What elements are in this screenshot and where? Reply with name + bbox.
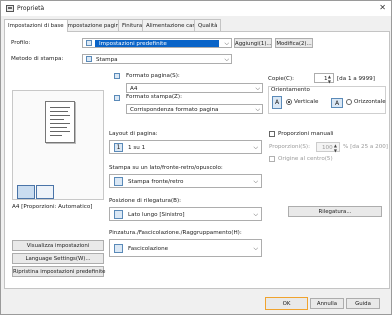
chevron-down-icon: ⌵ bbox=[224, 40, 229, 47]
scaling-range: % [da 25 a 200] bbox=[343, 144, 388, 150]
binding-label: Posizione di rilegatura(B): bbox=[109, 198, 182, 204]
landscape-label: Orizzontale bbox=[354, 99, 386, 105]
tab-basic-settings[interactable]: Impostazioni di base bbox=[4, 19, 68, 32]
profile-icon bbox=[86, 40, 92, 46]
window-title: Proprietà bbox=[17, 5, 45, 12]
duplex-label: Stampa su un lato/fronte-retro/opuscolo: bbox=[109, 165, 223, 171]
manual-scaling-label: Proporzioni manuali bbox=[278, 131, 334, 137]
scaling-value: 100 bbox=[322, 145, 333, 151]
duplex-select[interactable]: Stampa fronte/retro ⌵ bbox=[109, 174, 262, 188]
view-settings-button[interactable]: Visualizza impostazioni bbox=[12, 240, 104, 251]
output-method-select[interactable]: Stampa ⌵ bbox=[82, 54, 232, 64]
language-settings-button[interactable]: Language Settings(W)... bbox=[12, 253, 104, 264]
chevron-down-icon: ⌵ bbox=[253, 178, 258, 185]
cancel-button[interactable]: Annulla bbox=[310, 298, 344, 309]
origin-center-checkbox[interactable] bbox=[269, 156, 275, 162]
binding-icon bbox=[114, 210, 123, 219]
duplex-icon bbox=[114, 177, 123, 186]
portrait-radio[interactable] bbox=[286, 99, 292, 105]
spin-arrows-icon[interactable]: ▲ ▼ bbox=[334, 143, 337, 153]
spin-arrows-icon[interactable]: ▲ ▼ bbox=[328, 74, 331, 84]
collate-icon bbox=[114, 244, 123, 253]
binding-select[interactable]: Lato lungo [Sinistro] ⌵ bbox=[109, 207, 262, 221]
tab-page-setup[interactable]: Impostazione pagina bbox=[62, 19, 127, 31]
close-icon[interactable]: ✕ bbox=[379, 3, 386, 12]
output-size-select[interactable]: Corrispondenza formato pagina ⌵ bbox=[126, 104, 263, 114]
chevron-down-icon: ⌵ bbox=[255, 85, 260, 92]
finishing-select[interactable]: Fascicolazione ⌵ bbox=[109, 239, 262, 257]
page-preview bbox=[12, 90, 104, 200]
preview-line bbox=[50, 115, 70, 116]
edit-profile-button[interactable]: Modifica(2)... bbox=[275, 38, 313, 48]
page-size-value: A4 bbox=[130, 86, 138, 92]
origin-center-label: Origine al centro(5) bbox=[278, 156, 333, 162]
print-icon bbox=[86, 56, 92, 62]
properties-window: Proprietà ✕ Impostazioni di base Imposta… bbox=[0, 0, 392, 315]
page-size-select[interactable]: A4 ⌵ bbox=[126, 83, 263, 93]
chevron-down-icon: ⌵ bbox=[253, 211, 258, 218]
binding-button[interactable]: Rilegatura... bbox=[288, 206, 382, 217]
preview-line bbox=[50, 119, 64, 120]
output-method-label: Metodo di stampa: bbox=[11, 56, 64, 62]
preview-line bbox=[50, 127, 67, 128]
add-profile-button[interactable]: Aggiungi(1)... bbox=[234, 38, 272, 48]
profile-label: Profilo: bbox=[11, 40, 31, 46]
output-size-value: Corrispondenza formato pagina bbox=[130, 107, 219, 113]
orientation-label: Orientamento bbox=[271, 87, 310, 93]
binding-value: Lato lungo [Sinistro] bbox=[128, 212, 185, 218]
portrait-a-icon: A bbox=[272, 96, 282, 109]
chevron-down-icon: ⌵ bbox=[253, 245, 258, 252]
output-size-icon bbox=[114, 95, 120, 101]
restore-defaults-button[interactable]: Ripristina impostazioni predefinite bbox=[12, 266, 106, 277]
page-size-label: Formato pagina(S): bbox=[126, 73, 180, 79]
copies-stepper[interactable]: 1 ▲ ▼ bbox=[314, 73, 334, 84]
page-layout-label: Layout di pagina: bbox=[109, 131, 158, 137]
chevron-down-icon: ⌵ bbox=[224, 56, 229, 63]
preview-line bbox=[50, 135, 62, 136]
copies-label: Copie(C): bbox=[268, 76, 295, 82]
chevron-down-icon: ⌵ bbox=[255, 106, 260, 113]
preview-caption: A4 [Proporzioni: Automatico] bbox=[12, 204, 93, 210]
paper-preview bbox=[45, 101, 75, 143]
chevron-down-icon: ⌵ bbox=[253, 144, 258, 151]
title-bar: Proprietà ✕ bbox=[1, 1, 391, 16]
ok-button[interactable]: OK bbox=[265, 297, 308, 310]
preview-line bbox=[50, 111, 68, 112]
output-settings-icon[interactable] bbox=[36, 185, 54, 199]
preview-line bbox=[50, 107, 70, 108]
scaling-label: Proporzioni(S): bbox=[269, 144, 310, 150]
profile-value: Impostazioni predefinite bbox=[99, 40, 167, 47]
page-layout-select[interactable]: 1 1 su 1 ⌵ bbox=[109, 140, 262, 154]
manual-scaling-checkbox[interactable] bbox=[269, 131, 275, 137]
tab-quality[interactable]: Qualità bbox=[194, 19, 222, 31]
page-layout-value: 1 su 1 bbox=[128, 145, 146, 151]
scaling-stepper[interactable]: 100 ▲ ▼ bbox=[316, 142, 340, 153]
portrait-label: Verticale bbox=[294, 99, 319, 105]
output-method-value: Stampa bbox=[96, 57, 118, 63]
output-size-label: Formato stampa(Z): bbox=[126, 94, 182, 100]
basic-settings-panel: Profilo: Impostazioni predefinite ⌵ Aggi… bbox=[4, 31, 390, 289]
finishing-value: Fascicolazione bbox=[128, 246, 169, 252]
printer-icon bbox=[6, 5, 14, 12]
printer-settings-icon[interactable] bbox=[17, 185, 35, 199]
layout-1-icon: 1 bbox=[114, 143, 123, 152]
preview-line bbox=[50, 123, 70, 124]
preview-line bbox=[50, 131, 70, 132]
finishing-label: Pinzatura./Fascicolazione./Raggruppament… bbox=[109, 230, 242, 236]
help-button[interactable]: Guida bbox=[346, 298, 380, 309]
copies-range: [da 1 a 9999] bbox=[337, 76, 375, 82]
page-size-icon bbox=[114, 73, 120, 79]
profile-select[interactable]: Impostazioni predefinite ⌵ bbox=[82, 38, 232, 48]
duplex-value: Stampa fronte/retro bbox=[128, 179, 184, 185]
landscape-radio[interactable] bbox=[346, 99, 352, 105]
landscape-a-icon: A bbox=[331, 98, 343, 108]
